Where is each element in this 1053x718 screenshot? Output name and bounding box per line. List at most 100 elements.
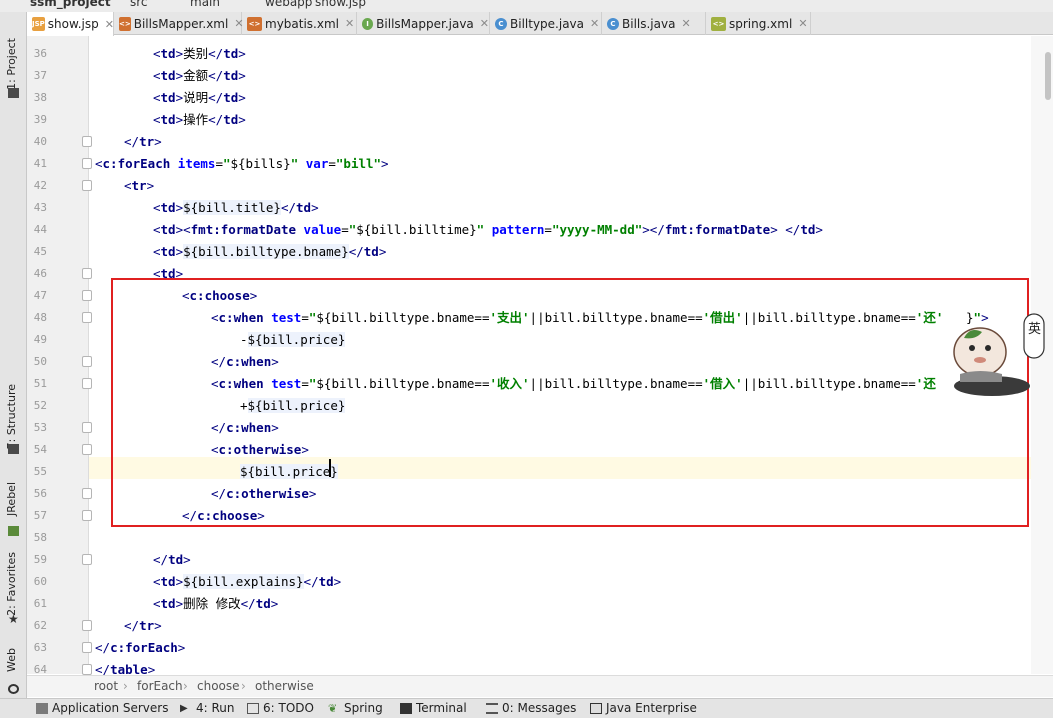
line-number: 59: [33, 553, 47, 566]
tag-path-bar: root › forEach › choose › otherwise: [27, 675, 1053, 697]
code-line: <td>说明</td>: [153, 90, 246, 105]
fold-marker[interactable]: [82, 620, 92, 631]
tool-todo[interactable]: 6: TODO: [247, 701, 314, 715]
line-number: 56: [33, 487, 47, 500]
chevron-right-icon: ›: [241, 679, 246, 693]
line-number: 52: [33, 399, 47, 412]
messages-icon: [486, 702, 498, 714]
tool-label: Terminal: [416, 701, 467, 715]
fold-marker[interactable]: [82, 664, 92, 675]
tab-mybatis-xml[interactable]: <> mybatis.xml ✕: [242, 12, 357, 35]
code-line: </tr>: [124, 134, 162, 149]
close-icon[interactable]: ✕: [105, 18, 114, 31]
code-line: </c:forEach>: [95, 640, 186, 655]
crumb-webapp[interactable]: webapp: [265, 0, 312, 9]
leaf-icon: ❦: [328, 701, 338, 715]
cartoon-sticker: 英: [932, 302, 1052, 402]
tab-billtype-java[interactable]: C Billtype.java ✕: [490, 12, 602, 35]
path-item[interactable]: forEach: [137, 679, 183, 693]
tab-billsmapper-java[interactable]: I BillsMapper.java ✕: [357, 12, 490, 35]
code-line: </td>: [153, 552, 191, 567]
play-icon: ▶: [180, 702, 188, 714]
path-item[interactable]: choose: [197, 679, 240, 693]
fold-marker[interactable]: [82, 158, 92, 169]
tab-bills-java[interactable]: C Bills.java ✕: [602, 12, 706, 35]
fold-marker[interactable]: [82, 180, 92, 191]
close-icon[interactable]: ✕: [798, 17, 807, 30]
close-icon[interactable]: ✕: [681, 17, 690, 30]
tab-label: Billtype.java: [510, 16, 584, 31]
fold-marker[interactable]: [82, 488, 92, 499]
line-number: 48: [33, 311, 47, 324]
tool-label: Java Enterprise: [606, 701, 697, 715]
crumb-project[interactable]: ssm_project: [30, 0, 111, 9]
tool-jrebel[interactable]: JRebel: [5, 482, 18, 516]
line-number: 40: [33, 135, 47, 148]
tool-web[interactable]: Web: [5, 648, 18, 672]
xml-file-icon: <>: [247, 16, 262, 31]
close-icon[interactable]: ✕: [590, 17, 599, 30]
line-number: 43: [33, 201, 47, 214]
fold-marker[interactable]: [82, 510, 92, 521]
line-number: 54: [33, 443, 47, 456]
fold-marker[interactable]: [82, 554, 92, 565]
fold-marker[interactable]: [82, 268, 92, 279]
tool-spring[interactable]: ❦ Spring: [328, 701, 383, 715]
scrollbar-thumb[interactable]: [1045, 52, 1051, 100]
line-number: 36: [33, 47, 47, 60]
star-icon: ★: [8, 612, 19, 626]
jrebel-icon: [8, 526, 19, 536]
line-number: 55: [33, 465, 47, 478]
line-number: 51: [33, 377, 47, 390]
code-line: <td>删除 修改</td>: [153, 596, 279, 611]
tool-java-enterprise[interactable]: Java Enterprise: [590, 701, 697, 715]
fold-marker[interactable]: [82, 378, 92, 389]
tool-label: 4: Run: [196, 701, 235, 715]
tool-favorites[interactable]: 2: Favorites: [5, 552, 18, 616]
code-line: <c:forEach items="${bills}" var="bill">: [95, 156, 389, 171]
tab-spring-xml[interactable]: <> spring.xml ✕: [706, 12, 811, 35]
line-number: 47: [33, 289, 47, 302]
java-interface-icon: I: [362, 17, 374, 30]
code-line: <td>${bill.explains}</td>: [153, 574, 342, 589]
chevron-right-icon: ›: [123, 679, 128, 693]
fold-marker[interactable]: [82, 422, 92, 433]
sticker-text: 英: [1028, 322, 1042, 337]
navigation-breadcrumb: ssm_project src main webapp show.jsp: [0, 0, 1053, 12]
path-item[interactable]: otherwise: [255, 679, 314, 693]
fold-marker[interactable]: [82, 136, 92, 147]
tool-application-servers[interactable]: Application Servers: [36, 701, 168, 715]
crumb-file[interactable]: show.jsp: [315, 0, 366, 9]
line-number: 46: [33, 267, 47, 280]
line-number: 39: [33, 113, 47, 126]
line-number: 53: [33, 421, 47, 434]
crumb-src[interactable]: src: [130, 0, 148, 9]
path-item[interactable]: root: [94, 679, 118, 693]
code-line: <td>金额</td>: [153, 68, 246, 83]
close-icon[interactable]: ✕: [480, 17, 489, 30]
crumb-main[interactable]: main: [190, 0, 220, 9]
tool-terminal[interactable]: Terminal: [400, 701, 467, 715]
fold-marker[interactable]: [82, 444, 92, 455]
line-number: 60: [33, 575, 47, 588]
tab-billsmapper-xml[interactable]: <> BillsMapper.xml ✕: [114, 12, 244, 35]
fold-marker[interactable]: [82, 642, 92, 653]
line-number: 41: [33, 157, 47, 170]
java-enterprise-icon: [590, 702, 602, 714]
tool-run[interactable]: ▶ 4: Run: [180, 701, 235, 715]
editor-tabs: JSP show.jsp ✕ <> BillsMapper.xml ✕ <> m…: [27, 12, 1053, 36]
tab-label: show.jsp: [47, 17, 99, 31]
line-number: 58: [33, 531, 47, 544]
line-number: 37: [33, 69, 47, 82]
tab-show-jsp[interactable]: JSP show.jsp ✕: [27, 12, 114, 36]
fold-marker[interactable]: [82, 312, 92, 323]
fold-marker[interactable]: [82, 356, 92, 367]
close-icon[interactable]: ✕: [345, 17, 354, 30]
fold-marker[interactable]: [82, 290, 92, 301]
tool-messages[interactable]: 0: Messages: [486, 701, 576, 715]
tool-structure[interactable]: 7: Structure: [5, 384, 18, 449]
tool-project[interactable]: 1: Project: [5, 38, 18, 90]
tool-label: 6: TODO: [263, 701, 314, 715]
left-tool-strip: 1: Project 7: Structure JRebel 2: Favori…: [0, 12, 27, 698]
code-line: <td>${bill.title}</td>: [153, 200, 319, 215]
